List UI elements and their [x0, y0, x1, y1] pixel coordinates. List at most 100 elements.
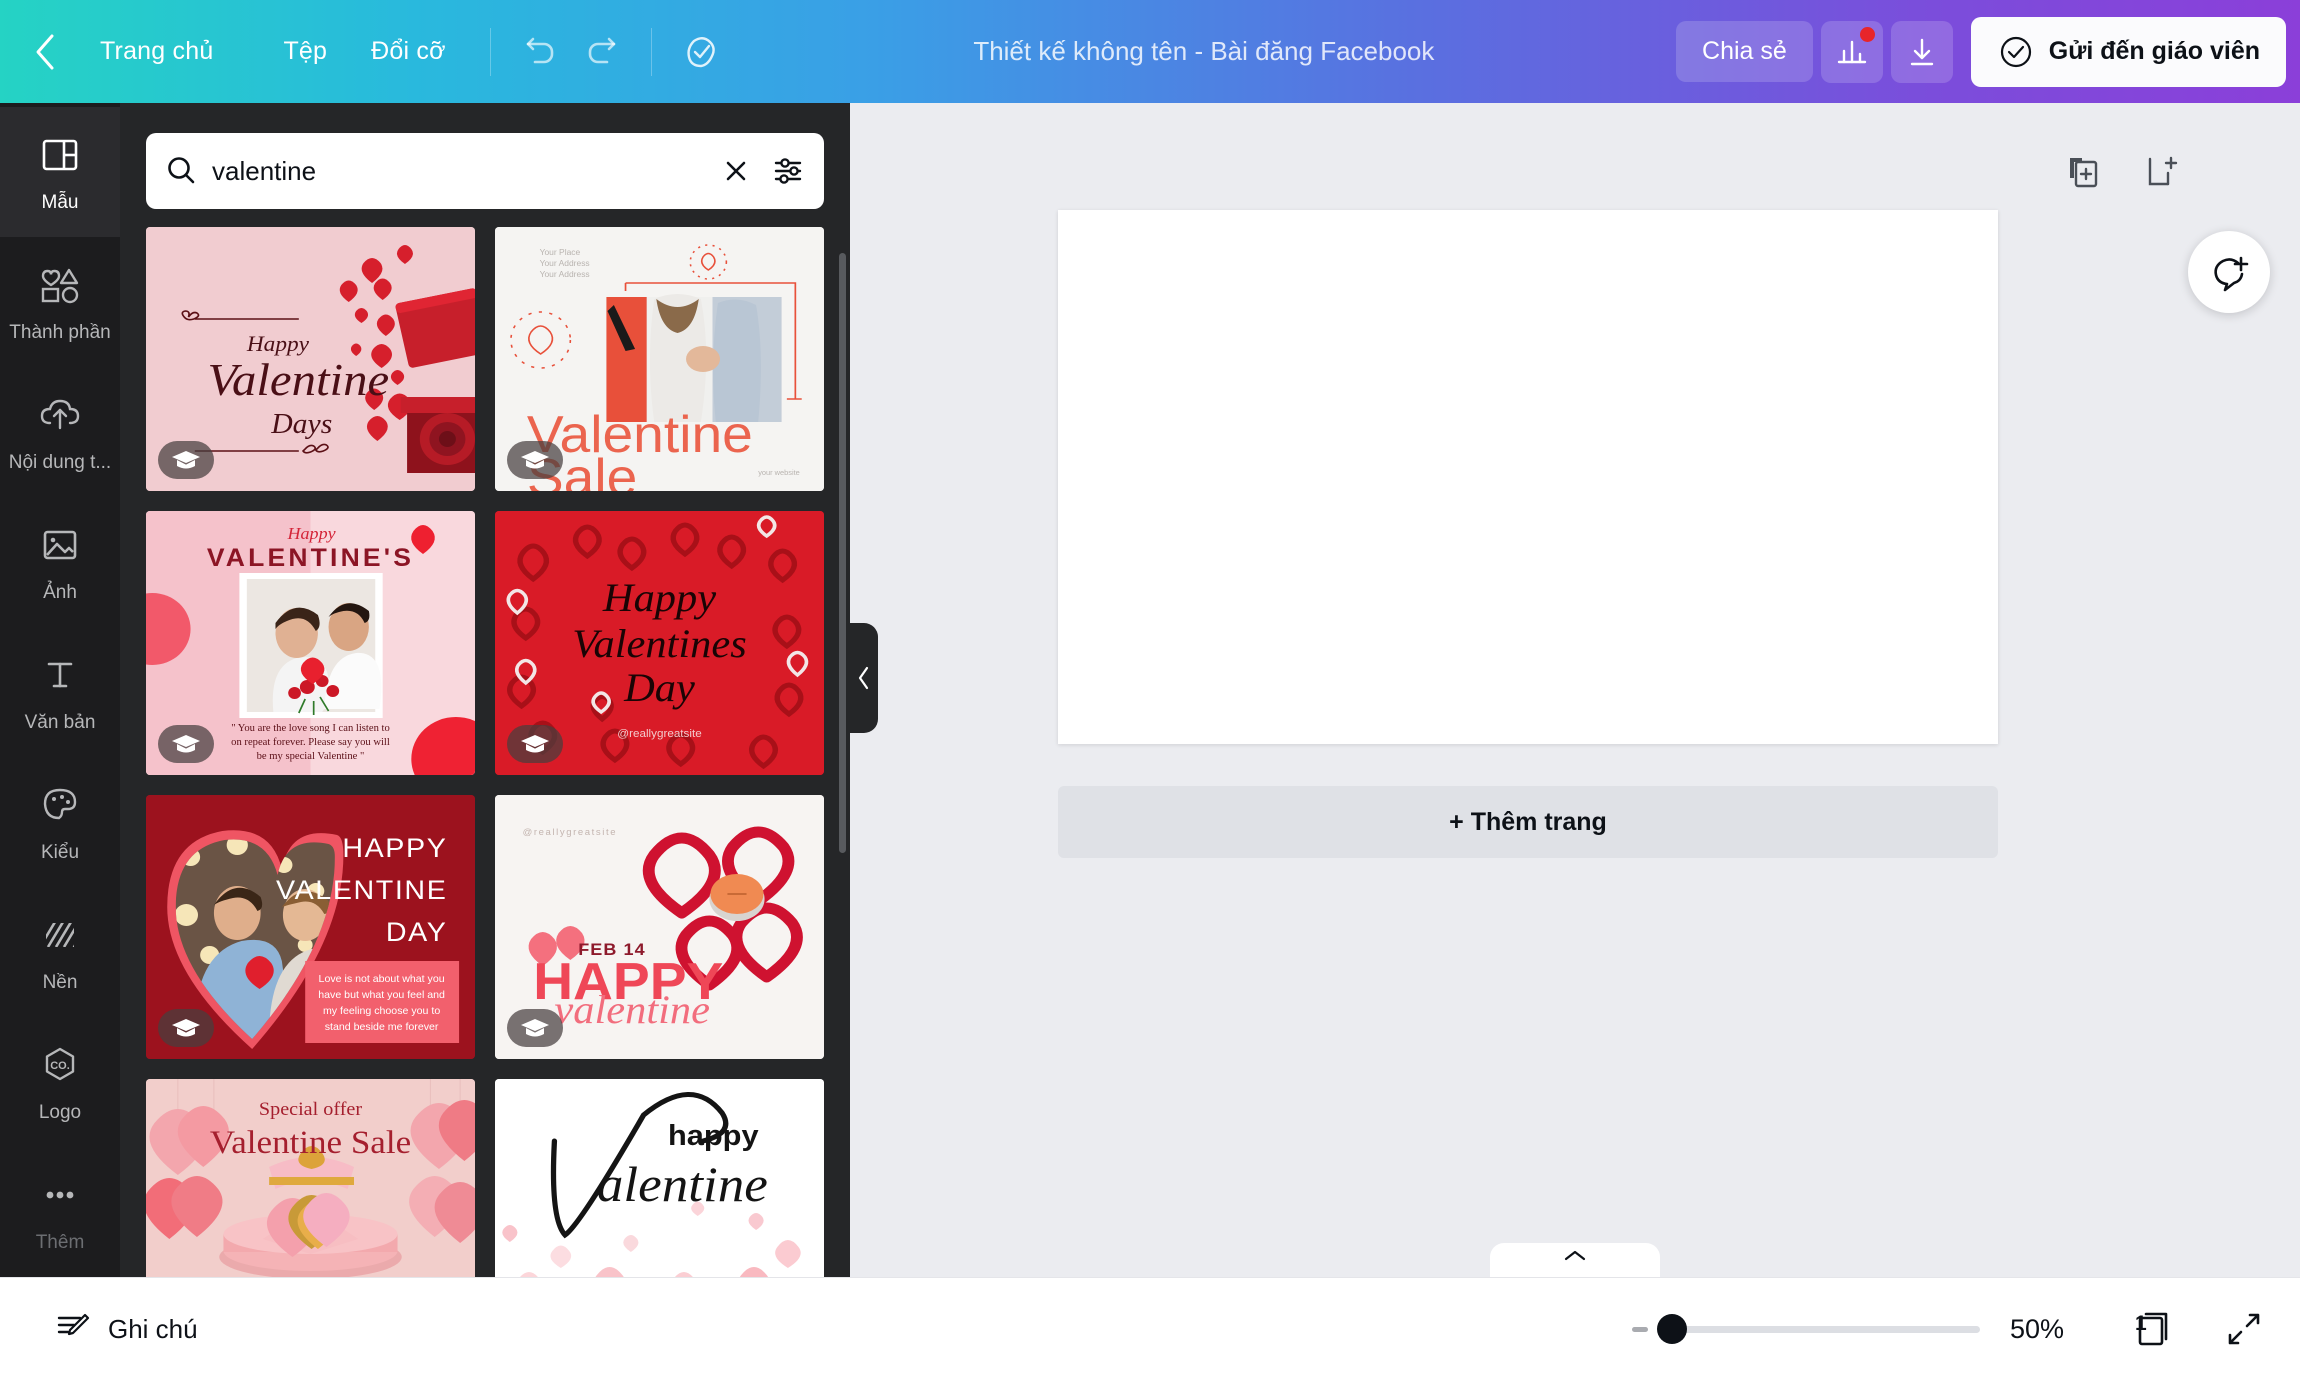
sidebar-item-background[interactable]: Nền	[0, 887, 120, 1017]
image-icon	[38, 520, 82, 570]
svg-text:Your Address: Your Address	[540, 270, 590, 279]
add-page-button[interactable]	[2138, 151, 2180, 193]
bottom-toolbar: Ghi chú 50% 1	[0, 1277, 2300, 1380]
zoom-slider[interactable]	[1632, 1314, 1980, 1344]
template-card[interactable]: happy alentine	[495, 1079, 824, 1277]
search-icon	[164, 154, 198, 188]
svg-text:Valentines: Valentines	[572, 621, 746, 666]
template-card[interactable]: Happy Valentines Day @reallygreatsite	[495, 511, 824, 775]
panel-scrollbar[interactable]	[839, 253, 846, 853]
canvas-area[interactable]: + Thêm trang	[850, 103, 2300, 1277]
svg-text:DAY: DAY	[386, 917, 448, 947]
chevron-left-icon	[858, 666, 869, 690]
clear-search-button[interactable]	[720, 155, 752, 187]
svg-text:CO.: CO.	[50, 1060, 70, 1072]
sidebar-item-uploads[interactable]: Nội dung t...	[0, 367, 120, 497]
svg-text:happy: happy	[668, 1120, 759, 1152]
chevron-up-icon	[1564, 1250, 1586, 1261]
zoom-out-icon[interactable]	[1632, 1326, 1648, 1332]
resize-menu-item[interactable]: Đổi cỡ	[349, 23, 468, 80]
duplicate-page-icon	[2070, 158, 2098, 188]
sidebar-item-logo[interactable]: CO. Logo	[0, 1017, 120, 1147]
add-page-full-button[interactable]: + Thêm trang	[1058, 786, 1998, 858]
sidebar-label-background: Nền	[42, 972, 78, 993]
duplicate-page-button[interactable]	[2062, 151, 2104, 193]
page-manager-button[interactable]: 1	[2124, 1299, 2184, 1359]
bottom-right-controls: 50% 1	[1632, 1299, 2300, 1359]
graduation-cap-icon	[172, 451, 200, 469]
education-badge	[158, 1009, 214, 1047]
sidebar-item-photos[interactable]: Ảnh	[0, 497, 120, 627]
redo-icon	[588, 37, 615, 63]
toolbar-divider-2	[650, 27, 652, 76]
palette-icon	[38, 780, 82, 830]
svg-text:be my special Valentine ": be my special Valentine "	[257, 751, 365, 762]
download-icon	[1910, 38, 1933, 65]
zoom-level-value[interactable]: 50%	[2010, 1314, 2094, 1345]
svg-text:Happy: Happy	[602, 575, 717, 620]
text-icon	[38, 650, 82, 700]
graduation-cap-icon	[521, 1019, 549, 1037]
graduation-cap-icon	[172, 735, 200, 753]
template-thumb-8: happy alentine	[495, 1079, 824, 1277]
saved-to-cloud-button[interactable]	[674, 23, 732, 81]
download-button[interactable]	[1890, 20, 1953, 83]
bottom-sheet-expand[interactable]	[1490, 1243, 1660, 1277]
template-card[interactable]: Happy VALENTINE'S " You are the love son…	[146, 511, 475, 775]
background-icon	[38, 910, 82, 960]
sidebar-item-elements[interactable]: Thành phần	[0, 237, 120, 367]
undo-button[interactable]	[513, 23, 571, 81]
svg-text:Love is not about what you: Love is not about what you	[319, 974, 445, 985]
collapse-panel-button[interactable]	[850, 623, 878, 733]
editor-body: Mẫu Thành phần Nội dung t... Ảnh Văn bản…	[0, 103, 2300, 1277]
sidebar-item-styles[interactable]: Kiểu	[0, 757, 120, 887]
share-button[interactable]: Chia sẻ	[1676, 21, 1813, 82]
zoom-track[interactable]	[1657, 1314, 1980, 1344]
design-canvas-page[interactable]	[1058, 210, 1998, 744]
zoom-knob[interactable]	[1657, 1314, 1687, 1344]
template-card[interactable]: Happy Valentine Days	[146, 227, 475, 491]
education-badge	[507, 1009, 563, 1047]
cloud-check-icon	[687, 36, 715, 67]
education-badge	[507, 725, 563, 763]
template-card[interactable]: HAPPY VALENTINE DAY Love is not about wh…	[146, 795, 475, 1059]
svg-text:your website: your website	[758, 468, 800, 477]
svg-text:" You are the love song I can: " You are the love song I can listen to	[231, 723, 390, 734]
redo-button[interactable]	[571, 23, 629, 81]
sidebar-item-templates[interactable]: Mẫu	[0, 107, 120, 237]
search-input[interactable]	[212, 155, 706, 187]
sidebar-item-text[interactable]: Văn bản	[0, 627, 120, 757]
design-title[interactable]: Thiết kế không tên - Bài đăng Facebook	[732, 36, 1676, 67]
submit-to-teacher-button[interactable]: Gửi đến giáo viên	[1970, 16, 2286, 87]
svg-text:Your Address: Your Address	[540, 259, 590, 268]
svg-text:Days: Days	[270, 409, 332, 440]
fullscreen-button[interactable]	[2214, 1299, 2274, 1359]
svg-text:Happy: Happy	[246, 332, 310, 356]
notification-dot	[1859, 26, 1875, 42]
template-card[interactable]: Special offer Valentine Sale www.reallyg…	[146, 1079, 475, 1277]
sidebar-item-more[interactable]: Thêm	[0, 1147, 120, 1277]
page-number: 1	[2135, 1312, 2147, 1335]
topbar-actions: Chia sẻ Gửi đến giáo viên	[1676, 16, 2300, 87]
add-comment-button[interactable]	[2188, 231, 2270, 313]
sidebar-label-elements: Thành phần	[9, 322, 111, 343]
home-menu-item[interactable]: Trang chủ	[78, 23, 235, 80]
graduation-cap-icon	[521, 451, 549, 469]
search-bar	[146, 133, 824, 209]
insights-button[interactable]	[1820, 20, 1883, 83]
canva-editor-app: Trang chủ Tệp Đổi cỡ Thiết kế không tên …	[0, 0, 2300, 1380]
template-card[interactable]: @reallygreatsite FEB 14 HAPPY valentine	[495, 795, 824, 1059]
svg-text:VALENTINE'S: VALENTINE'S	[207, 545, 414, 572]
filter-sliders-icon[interactable]	[772, 154, 806, 188]
page-tools	[2062, 151, 2180, 193]
notes-button[interactable]: Ghi chú	[32, 1294, 220, 1365]
back-button[interactable]	[14, 21, 76, 83]
undo-icon	[526, 37, 553, 63]
svg-text:Happy: Happy	[286, 523, 335, 542]
check-circle-icon	[2000, 36, 2031, 67]
file-menu-item[interactable]: Tệp	[261, 23, 349, 80]
template-card[interactable]: Your Place Your Address Your Address Val…	[495, 227, 824, 491]
template-thumb-7: Special offer Valentine Sale www.reallyg…	[146, 1079, 475, 1277]
svg-text:@reallygreatsite: @reallygreatsite	[617, 728, 701, 740]
sidebar-label-uploads: Nội dung t...	[8, 452, 112, 473]
